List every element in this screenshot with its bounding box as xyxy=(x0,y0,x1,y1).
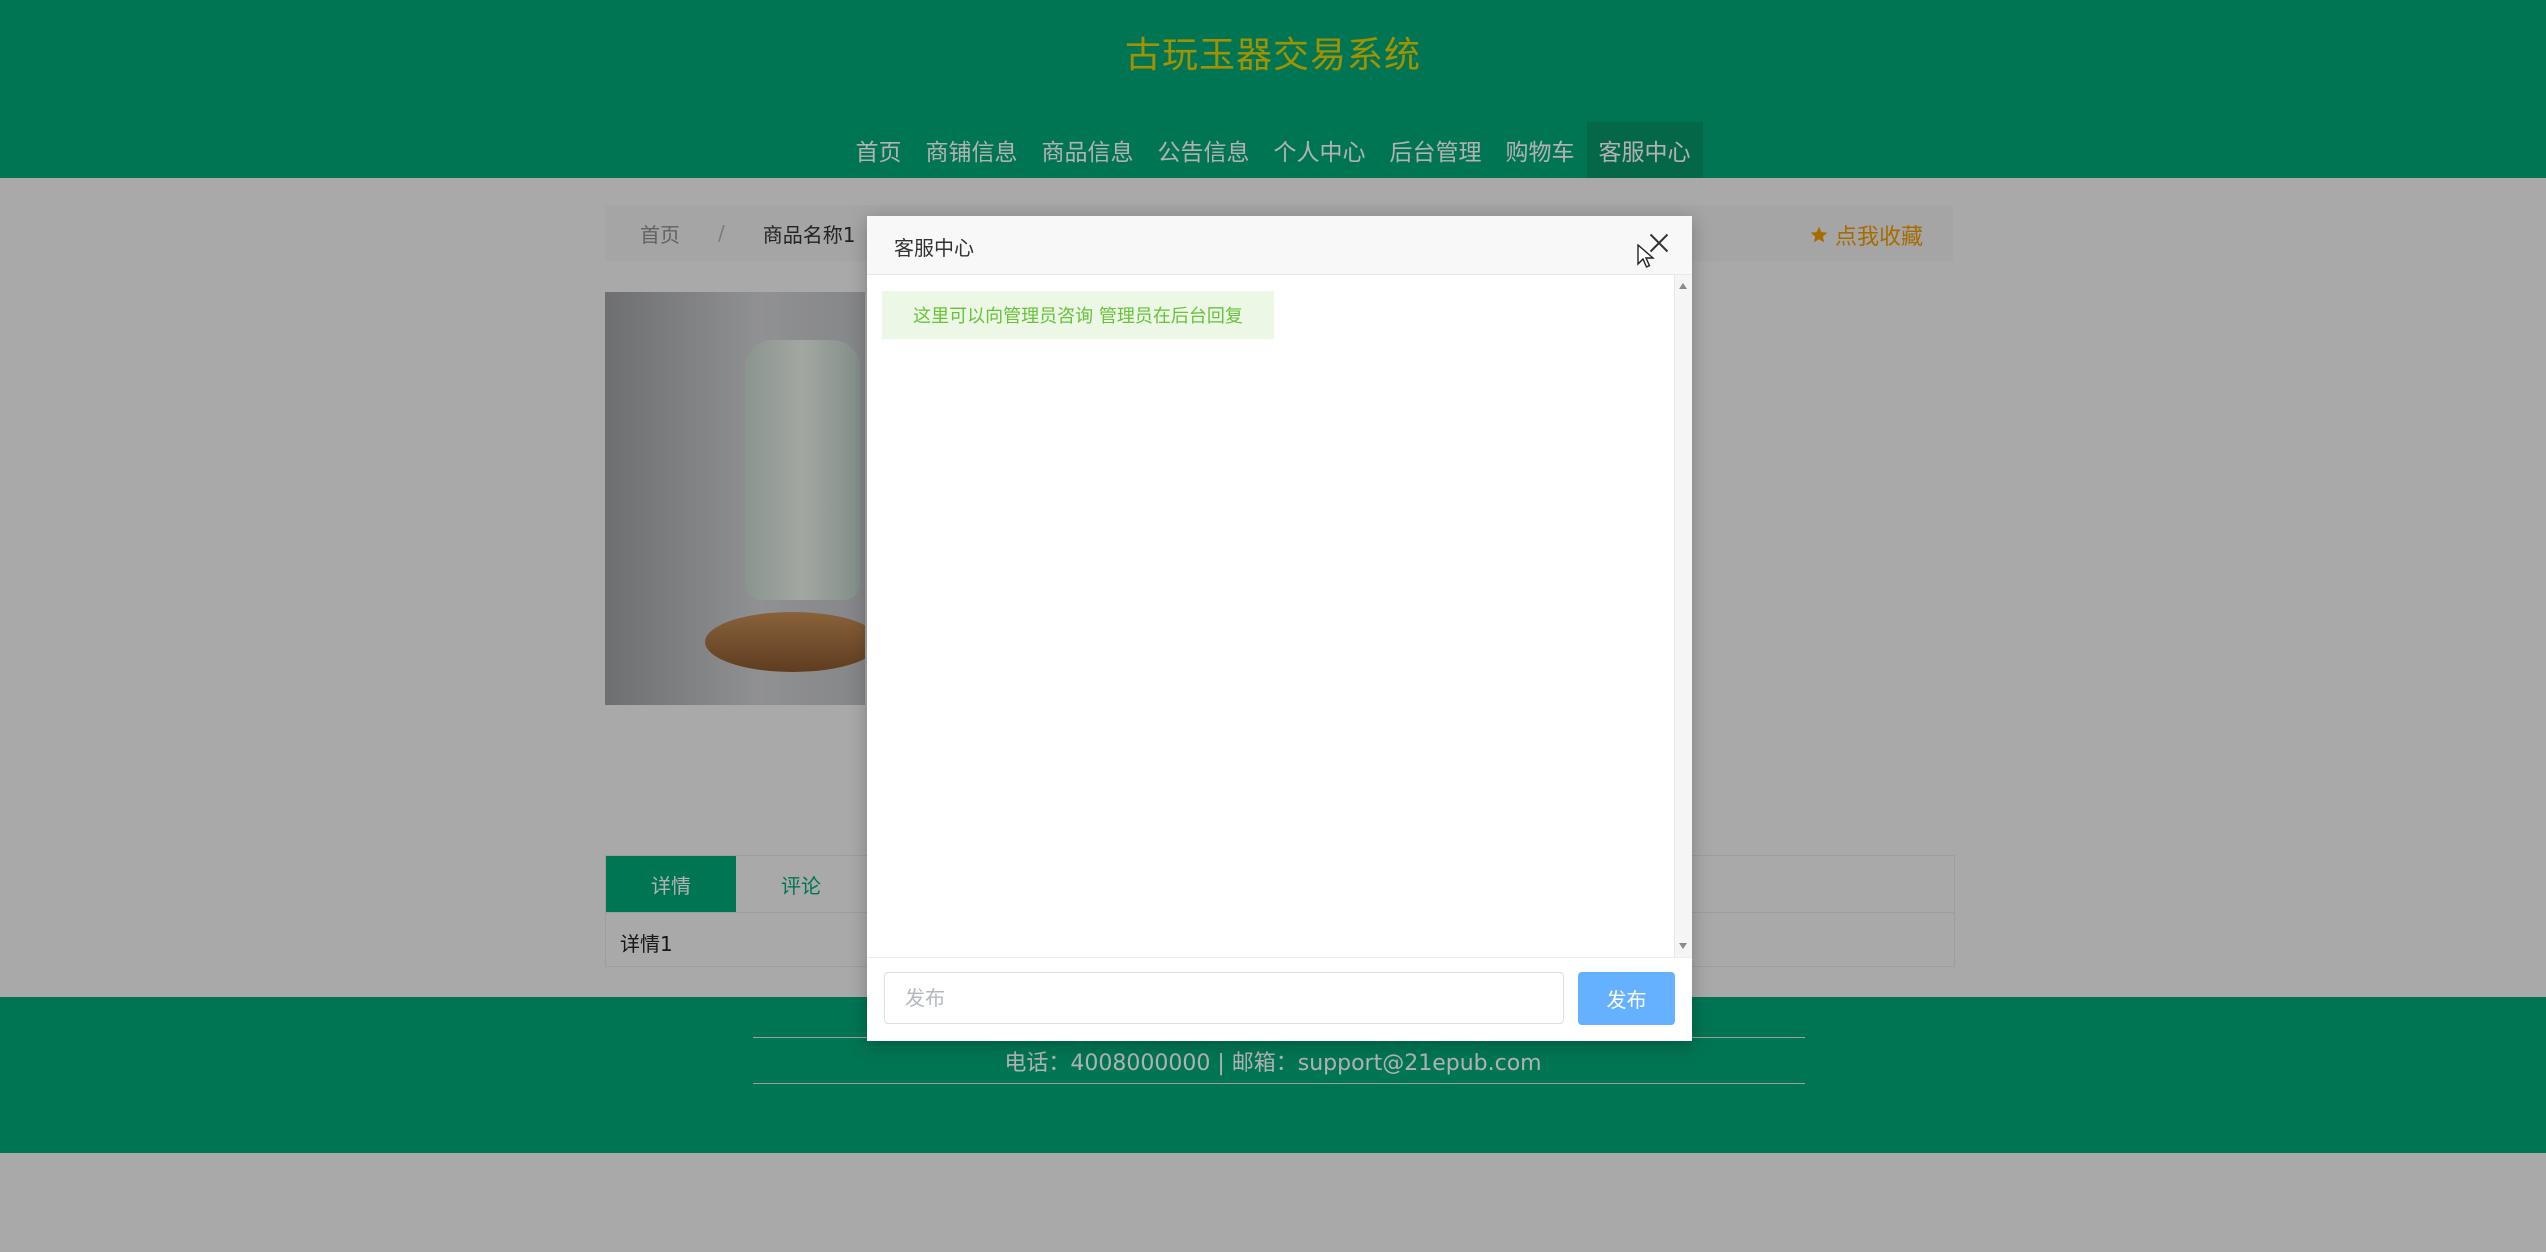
customer-service-dialog: 客服中心 这里可以向管理员咨询 管理员在后台回复 发布 xyxy=(867,216,1692,1041)
scroll-up-arrow-icon[interactable] xyxy=(1679,283,1687,289)
chat-message-area: 这里可以向管理员咨询 管理员在后台回复 xyxy=(867,275,1692,957)
scroll-down-arrow-icon[interactable] xyxy=(1679,943,1687,949)
dialog-header: 客服中心 xyxy=(867,216,1692,275)
chat-scrollbar[interactable] xyxy=(1674,275,1692,957)
message-input[interactable] xyxy=(884,972,1564,1024)
chat-message: 这里可以向管理员咨询 管理员在后台回复 xyxy=(882,291,1274,339)
dialog-footer: 发布 xyxy=(867,957,1692,1041)
send-button[interactable]: 发布 xyxy=(1578,972,1675,1025)
dialog-title: 客服中心 xyxy=(894,236,974,260)
mouse-cursor-icon xyxy=(1637,244,1655,268)
